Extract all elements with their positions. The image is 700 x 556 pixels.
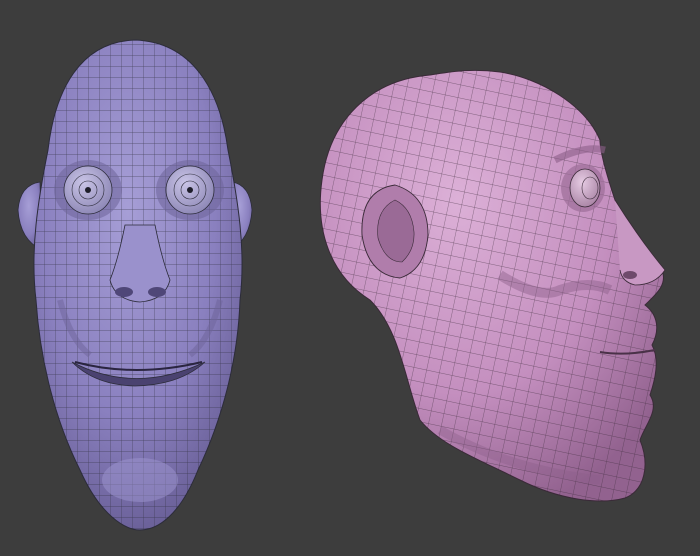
side-view <box>319 69 666 502</box>
front-view <box>17 39 253 531</box>
left-eye-icon <box>63 165 113 215</box>
viewport-canvas <box>17 39 666 531</box>
side-eye-icon <box>561 164 605 212</box>
right-eye-icon <box>165 165 215 215</box>
3d-viewport <box>0 0 700 556</box>
side-nose-icon <box>614 199 666 286</box>
